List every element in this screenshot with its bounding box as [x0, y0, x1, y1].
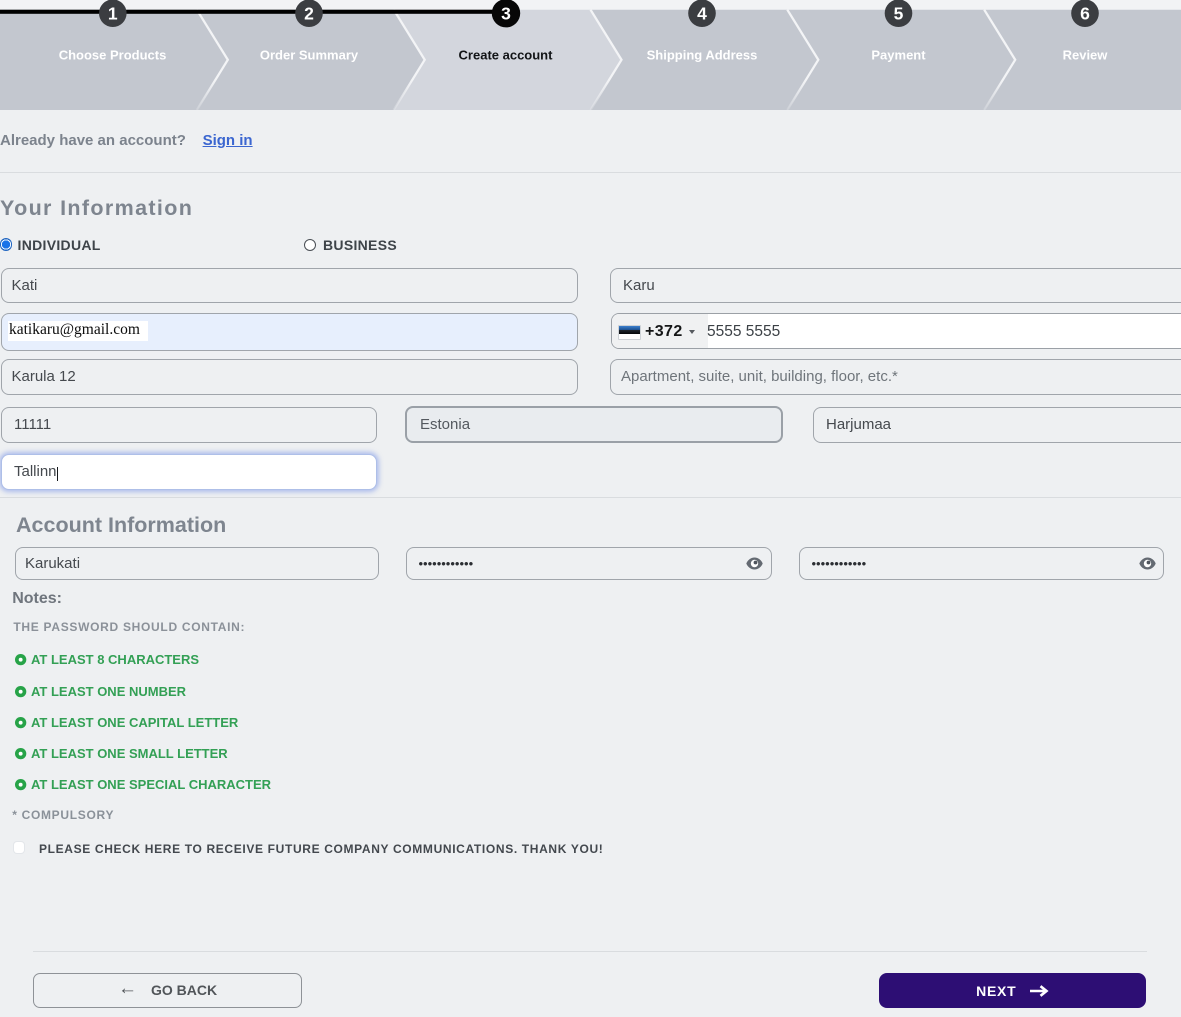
svg-text:Order Summary: Order Summary [260, 47, 359, 62]
svg-text:4: 4 [697, 4, 707, 24]
svg-text:Choose Products: Choose Products [59, 47, 167, 62]
svg-text:Create account: Create account [459, 47, 554, 62]
svg-text:Payment: Payment [871, 47, 926, 62]
svg-text:1: 1 [108, 4, 118, 24]
svg-text:6: 6 [1080, 4, 1090, 24]
svg-text:Shipping Address: Shipping Address [647, 47, 758, 62]
svg-text:5: 5 [894, 4, 904, 24]
svg-text:2: 2 [304, 4, 314, 24]
svg-text:3: 3 [501, 4, 511, 24]
svg-text:Review: Review [1063, 47, 1109, 62]
